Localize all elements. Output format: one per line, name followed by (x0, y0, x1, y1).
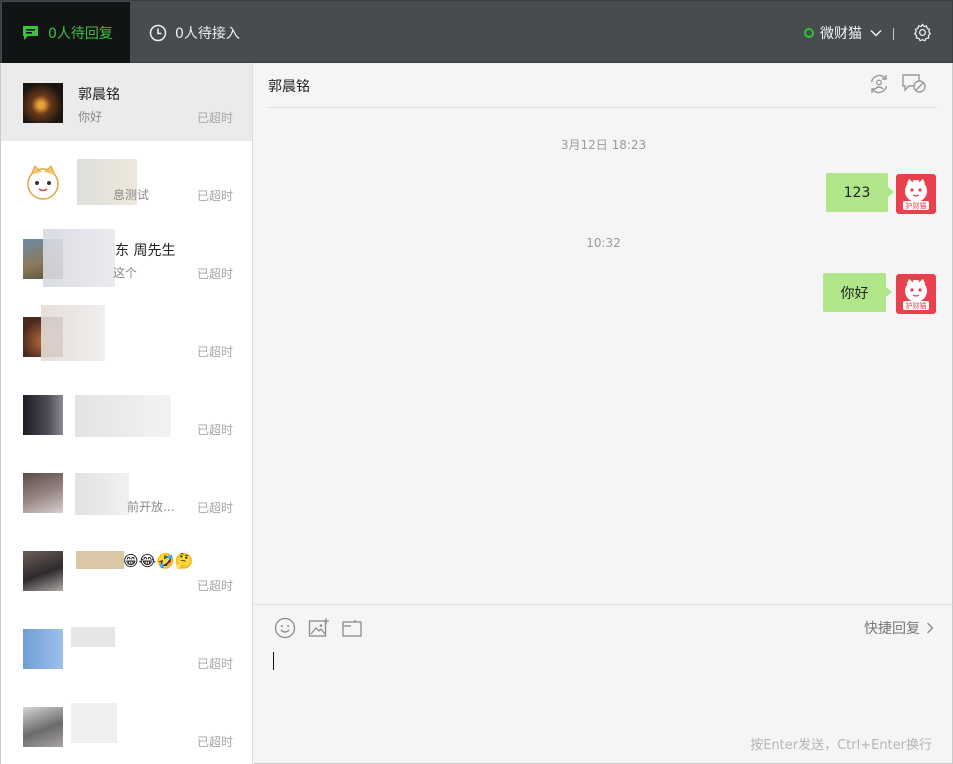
conversation-status: 已超时 (196, 423, 233, 437)
avatar (23, 83, 63, 123)
chevron-right-icon (927, 622, 934, 634)
image-icon[interactable] (308, 617, 330, 639)
avatar (23, 551, 63, 591)
conversation-status: 已超时 (196, 579, 233, 593)
end-chat-icon[interactable] (901, 73, 927, 95)
tab-pending-reply[interactable]: 0人待回复 (2, 2, 130, 64)
online-status-indicator (804, 28, 814, 38)
conversation-name: 东 周先生 (115, 243, 176, 259)
conversation-status: 已超时 (196, 657, 233, 671)
chevron-down-icon (870, 29, 882, 37)
conversation-item[interactable]: 郭晨铭 你好 已超时 (1, 63, 252, 141)
message-bubble: 你好 (823, 273, 892, 312)
avatar (23, 629, 63, 669)
avatar-logo-text: 护财猫 (906, 301, 927, 310)
send-hint: 按Enter发送，Ctrl+Enter换行 (750, 738, 932, 753)
emoji-icon[interactable] (274, 617, 296, 639)
avatar (23, 707, 63, 747)
chat-header: 郭晨铭 (268, 63, 937, 108)
conversation-item[interactable]: 已超时 (1, 687, 252, 764)
conversation-item[interactable]: 已超时 (1, 375, 252, 453)
conversation-item[interactable]: 已超时 (1, 297, 252, 375)
avatar (23, 161, 63, 201)
quick-reply-label: 快捷回复 (864, 621, 920, 637)
account-name: 微财猫 (820, 26, 862, 42)
conversation-list: 郭晨铭 你好 已超时 息测试 已超时 东 周先生 这个 已超时 已超时 已超时 (0, 63, 253, 764)
folder-icon[interactable] (341, 617, 363, 639)
pixelated-region (75, 473, 129, 515)
message-timestamp: 3月12日 18:23 (560, 138, 647, 152)
pixelated-region (43, 229, 115, 287)
conversation-status: 已超时 (196, 111, 233, 125)
conversation-preview: 前开放... (127, 500, 175, 514)
avatar-logo-text: 护财猫 (906, 201, 927, 210)
conversation-status: 已超时 (196, 345, 233, 359)
pixelated-region (75, 395, 171, 437)
conversation-item[interactable]: 息测试 已超时 (1, 141, 252, 219)
pending-accept-label: 0人待接入 (175, 26, 240, 42)
conversation-preview: 你好 (78, 110, 103, 124)
gear-icon[interactable] (913, 23, 932, 42)
chat-panel: 郭晨铭 3月12日 18:23 123 护财猫 10:32 你好 护财猫 (254, 63, 953, 604)
contact-name: 郭晨铭 (268, 79, 310, 95)
agent-avatar: 护财猫 (896, 174, 936, 214)
text-input-area[interactable] (273, 652, 274, 670)
account-switcher[interactable]: 微财猫 (804, 2, 882, 64)
pixelated-region (71, 627, 115, 647)
tab-pending-accept[interactable]: 0人待接入 (149, 2, 240, 64)
conversation-name: 郭晨铭 (78, 87, 120, 103)
conversation-item[interactable]: 东 周先生 这个 已超时 (1, 219, 252, 297)
conversation-status: 已超时 (196, 189, 233, 203)
top-bar: 0人待回复 0人待接入 微财猫 (0, 0, 953, 64)
conversation-item[interactable]: 已超时 (1, 609, 252, 687)
emoji-row: 😁😂🤣🤔 (123, 552, 194, 570)
transfer-icon[interactable] (868, 73, 890, 95)
conversation-status: 已超时 (196, 501, 233, 515)
conversation-item[interactable]: 😁😂🤣🤔 已超时 (1, 531, 252, 609)
avatar (23, 395, 63, 435)
conversation-status: 已超时 (196, 267, 233, 281)
conversation-preview: 这个 (113, 266, 138, 280)
pixelated-region (71, 703, 117, 743)
pixelated-region (41, 305, 105, 361)
conversation-preview: 息测试 (113, 188, 150, 202)
conversation-item[interactable]: 前开放... 已超时 (1, 453, 252, 531)
pixelated-region (76, 551, 124, 569)
clock-icon (149, 24, 167, 42)
quick-reply-button[interactable]: 快捷回复 (864, 618, 934, 638)
message-timestamp: 10:32 (586, 236, 621, 250)
divider (893, 28, 894, 40)
message-composer: 快捷回复 按Enter发送，Ctrl+Enter换行 (254, 604, 953, 764)
message-bubble: 123 (826, 173, 894, 212)
chat-bubble-icon (23, 26, 38, 40)
conversation-status: 已超时 (196, 735, 233, 749)
avatar (23, 473, 63, 513)
agent-avatar: 护财猫 (896, 274, 936, 314)
pending-reply-label: 0人待回复 (48, 26, 113, 42)
